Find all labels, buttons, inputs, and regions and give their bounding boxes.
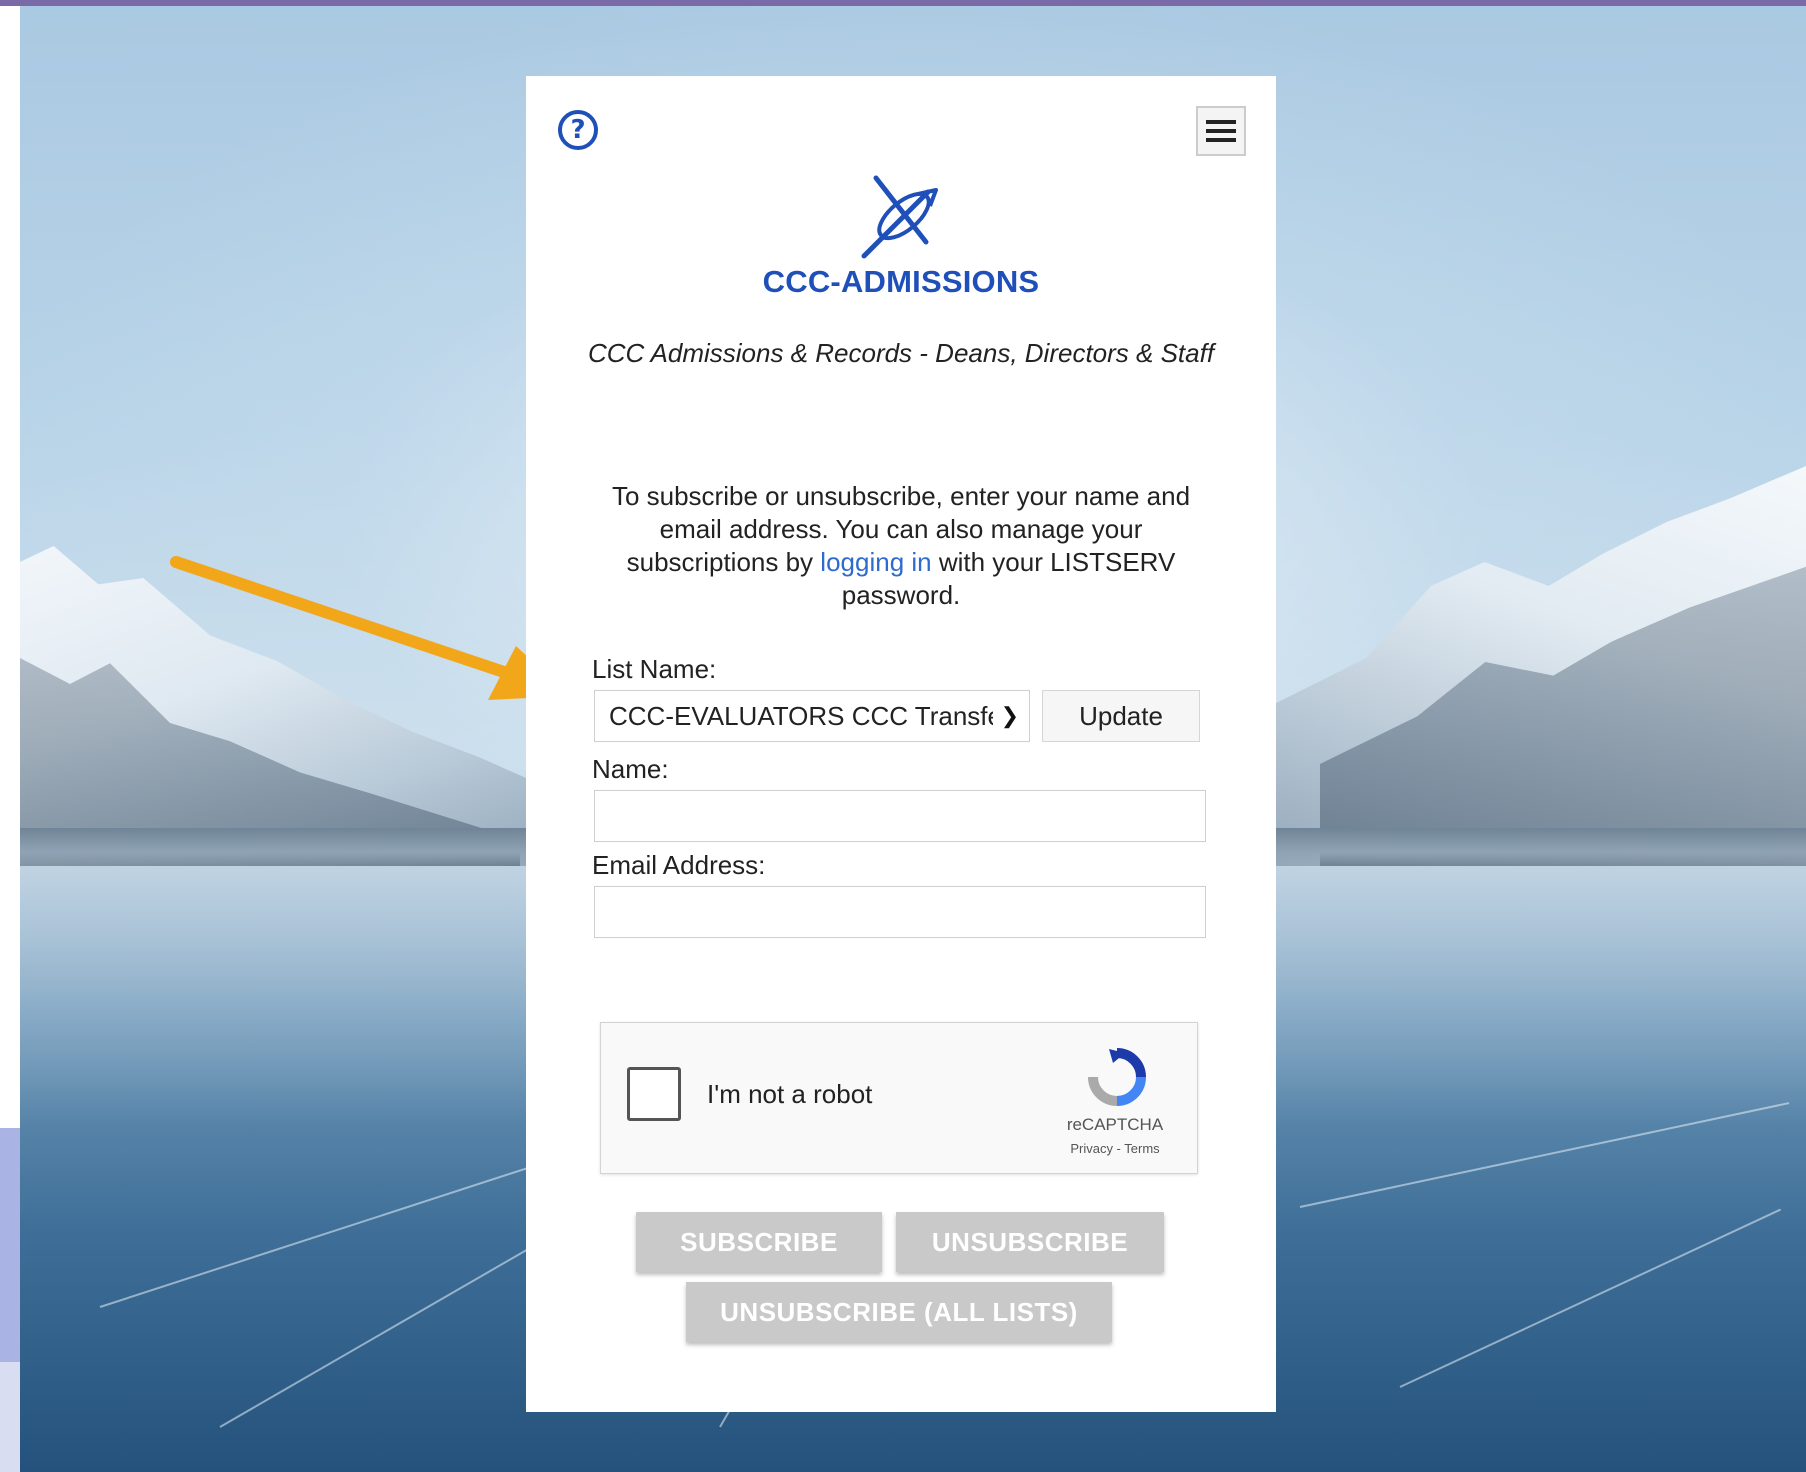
list-name-label: List Name: (592, 654, 717, 684)
recaptcha-widget: I'm not a robot reCAPTCHA Privacy - Term… (600, 1022, 1198, 1174)
login-link[interactable]: logging in (820, 547, 931, 577)
recaptcha-label: I'm not a robot (707, 1079, 873, 1109)
menu-bar (1206, 129, 1236, 133)
left-edge-accent (0, 1128, 20, 1362)
ccc-logo-icon (861, 175, 938, 259)
menu-bar (1206, 120, 1236, 124)
subscribe-button[interactable]: SUBSCRIBE (636, 1212, 882, 1272)
unsubscribe-all-button[interactable]: UNSUBSCRIBE (ALL LISTS) (686, 1282, 1112, 1342)
subscription-card: ? CCC-ADMISSIONS CCC Admissions & Record… (526, 76, 1276, 1412)
recaptcha-links[interactable]: Privacy - Terms (1041, 1141, 1189, 1156)
list-description: CCC Admissions & Records - Deans, Direct… (587, 338, 1215, 368)
chevron-down-icon: ❯ (1000, 703, 1019, 728)
recaptcha-logo-icon (1088, 1048, 1146, 1106)
recaptcha-checkbox[interactable] (627, 1067, 681, 1121)
list-name-selected: CCC-EVALUATORS CCC Transfer Evaluators (609, 700, 993, 731)
list-title: CCC-ADMISSIONS (762, 264, 1040, 299)
left-edge-accent-light (0, 1362, 20, 1472)
name-label: Name: (592, 754, 669, 784)
intro-text: To subscribe or unsubscribe, enter your … (606, 480, 1196, 612)
unsubscribe-button[interactable]: UNSUBSCRIBE (896, 1212, 1164, 1272)
email-field[interactable] (594, 886, 1206, 938)
menu-bar (1206, 138, 1236, 142)
list-name-select[interactable]: CCC-EVALUATORS CCC Transfer Evaluators ❯ (594, 690, 1030, 742)
question-circle-icon[interactable]: ? (558, 110, 598, 150)
recaptcha-brand: reCAPTCHA (1066, 1115, 1164, 1134)
update-button[interactable]: Update (1042, 690, 1200, 742)
email-label: Email Address: (592, 850, 766, 880)
name-field[interactable] (594, 790, 1206, 842)
hamburger-menu-icon[interactable] (1196, 106, 1246, 156)
